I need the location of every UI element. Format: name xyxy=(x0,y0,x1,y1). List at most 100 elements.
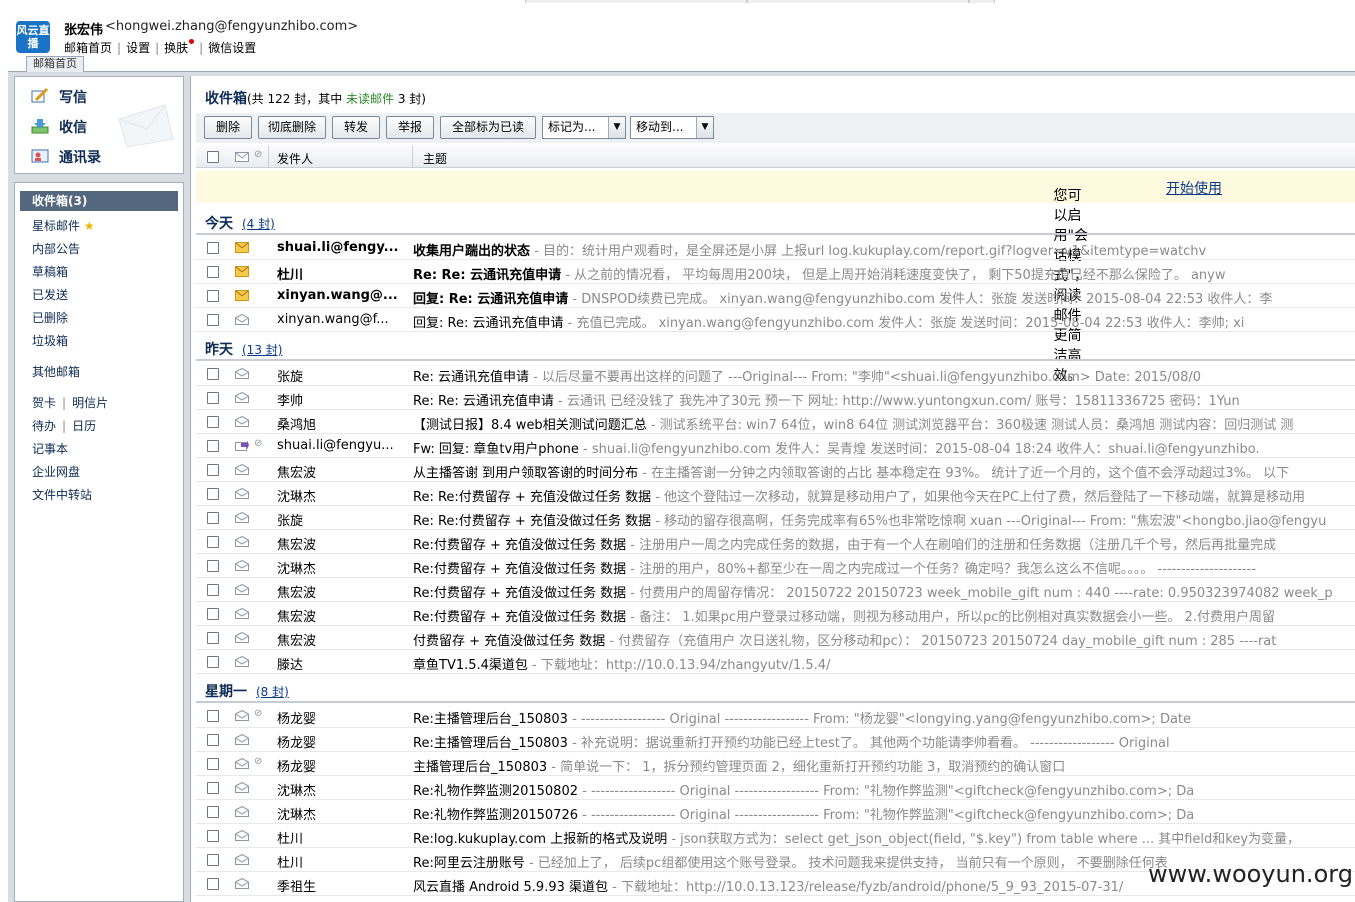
email-row[interactable]: ⊘ 杨龙婴 主播管理后台_150803 - 简单说一下： 1，拆分预约管理页面 2，… xyxy=(196,752,1355,776)
column-subject[interactable]: 主题 xyxy=(423,150,447,167)
row-checkbox[interactable] xyxy=(207,734,219,746)
email-row[interactable]: ⊘ 杨龙婴 Re:主播管理后台_150803 - -----------------… xyxy=(196,704,1355,728)
top-links: 邮箱首页 | 设置 | 换肤 | 微信设置 xyxy=(64,39,257,55)
delete-permanently-button[interactable]: 彻底删除 xyxy=(258,116,326,139)
email-row[interactable]: ⊘ shuai.li@fengyu... Fw: 回复: 章鱼tv用户phone -… xyxy=(196,434,1355,458)
row-checkbox[interactable] xyxy=(207,710,219,722)
sidebar-item-inbox[interactable]: 收件箱(3) xyxy=(20,191,178,211)
enable-conversation-link[interactable]: 开始使用 xyxy=(1166,181,1222,197)
row-checkbox[interactable] xyxy=(207,464,219,476)
sidebar-item-drafts[interactable]: 草稿箱 xyxy=(32,263,68,280)
email-row[interactable]: 焦宏波 Re:付费留存 + 充值没做过任务 数据 - 备注： 1.如果pc用户登录… xyxy=(196,602,1355,626)
email-row[interactable]: 沈琳杰 Re:礼物作弊监测20150802 - -----------------… xyxy=(196,776,1355,800)
email-row[interactable]: 焦宏波 付费留存 + 充值没做过任务 数据 - 付费留存（充值用户 次日送礼物，区… xyxy=(196,626,1355,650)
email-from: 沈琳杰 xyxy=(277,562,317,577)
compose-button[interactable]: 写信 xyxy=(31,87,87,107)
sidebar-item-deleted[interactable]: 已删除 xyxy=(32,309,68,326)
row-checkbox[interactable] xyxy=(207,656,219,668)
email-row[interactable]: shuai.li@fengy... 收集用户踹出的状态 - 目的：统计用户观看时，… xyxy=(196,236,1355,260)
tool-file-transfer[interactable]: 文件中转站 xyxy=(32,486,92,503)
mark-as-select[interactable]: 标记为... ▼ xyxy=(542,116,626,139)
mark-all-read-button[interactable]: 全部标为已读 xyxy=(440,116,536,139)
forward-button[interactable]: 转发 xyxy=(332,116,380,139)
tool-calendar[interactable]: 日历 xyxy=(72,419,96,433)
row-checkbox[interactable] xyxy=(207,878,219,890)
group-count-link[interactable]: (8 封) xyxy=(256,685,289,699)
unread-link[interactable]: 未读邮件 xyxy=(346,92,394,106)
row-checkbox[interactable] xyxy=(207,632,219,644)
group-count-link[interactable]: (4 封) xyxy=(242,217,275,231)
email-row[interactable]: 杜川 Re: Re: 云通讯充值申请 - 从之前的情况看， 平均每周用200块， … xyxy=(196,260,1355,284)
top-bar: 风云直播 张宏伟 <hongwei.zhang@fengyunzhibo.com… xyxy=(0,0,1355,60)
email-row[interactable]: 焦宏波 从主播答谢 到用户领取答谢的时间分布 - 在主播答谢一分钟之内领取答谢的占… xyxy=(196,458,1355,482)
delete-button[interactable]: 删除 xyxy=(204,116,252,139)
inbox-title-text: 收件箱 xyxy=(205,91,247,107)
sidebar-item-other-mailboxes[interactable]: 其他邮箱 xyxy=(32,363,80,380)
link-wechat-settings[interactable]: 微信设置 xyxy=(208,41,256,55)
row-checkbox[interactable] xyxy=(207,290,219,302)
sidebar-item-spam[interactable]: 垃圾箱 xyxy=(32,332,68,349)
email-row[interactable]: 李帅 Re: Re: 云通讯充值申请 - 云通讯 已经没钱了 我先冲了30元 预一… xyxy=(196,386,1355,410)
email-row[interactable]: 张旋 Re: 云通讯充值申请 - 以后尽量不要再出这样的问题了 ---Origin… xyxy=(196,362,1355,386)
email-from: 张旋 xyxy=(277,514,304,529)
column-from[interactable]: 发件人 xyxy=(277,150,313,167)
tool-postcard[interactable]: 明信片 xyxy=(72,396,108,410)
report-button[interactable]: 举报 xyxy=(386,116,434,139)
tool-todo[interactable]: 待办 xyxy=(32,419,56,433)
row-checkbox[interactable] xyxy=(207,854,219,866)
row-checkbox[interactable] xyxy=(207,830,219,842)
row-checkbox[interactable] xyxy=(207,416,219,428)
email-row[interactable]: 杨龙婴 Re:主播管理后台_150803 - 补充说明：据说重新打开预约功能已经上… xyxy=(196,728,1355,752)
email-subject-cell: 付费留存 + 充值没做过任务 数据 - 付费留存（充值用户 次日送礼物，区分移动… xyxy=(413,630,1353,649)
row-checkbox[interactable] xyxy=(207,266,219,278)
new-dot-icon xyxy=(189,39,195,44)
email-row[interactable]: 沈琳杰 Re:付费留存 + 充值没做过任务 数据 - 注册的用户，80%+都至少在… xyxy=(196,554,1355,578)
row-checkbox[interactable] xyxy=(207,392,219,404)
email-row[interactable]: 滕达 章鱼TV1.5.4渠道包 - 下载地址：http://10.0.13.94/… xyxy=(196,650,1355,674)
row-checkbox[interactable] xyxy=(207,608,219,620)
row-checkbox[interactable] xyxy=(207,242,219,254)
row-checkbox[interactable] xyxy=(207,758,219,770)
email-row[interactable]: 杜川 Re:log.kukuplay.com 上报新的格式及说明 - json获取… xyxy=(196,824,1355,848)
row-checkbox[interactable] xyxy=(207,782,219,794)
email-row[interactable]: xinyan.wang@f... 回复: Re: 云通讯充值申请 - 充值已完成。… xyxy=(196,308,1355,332)
email-row[interactable]: 桑鸿旭 【测试日报】8.4 web相关测试问题汇总 - 测试系统平台: win7 … xyxy=(196,410,1355,434)
row-checkbox[interactable] xyxy=(207,806,219,818)
email-subject-cell: Re:付费留存 + 充值没做过任务 数据 - 付费用户的周留存情况： 20150… xyxy=(413,582,1353,601)
tool-notepad[interactable]: 记事本 xyxy=(32,440,68,457)
receive-button[interactable]: 收信 xyxy=(31,117,87,137)
row-checkbox[interactable] xyxy=(207,560,219,572)
sidebar-item-announcements[interactable]: 内部公告 xyxy=(32,240,80,257)
read-mail-icon xyxy=(235,392,249,403)
group-count-link[interactable]: (13 封) xyxy=(242,343,282,357)
email-row[interactable]: xinyan.wang@... 回复: Re: 云通讯充值申请 - DNSPOD续… xyxy=(196,284,1355,308)
sidebar-item-sent[interactable]: 已发送 xyxy=(32,286,68,303)
contacts-button[interactable]: 通讯录 xyxy=(31,147,101,167)
sidebar-item-starred[interactable]: 星标邮件 ★ xyxy=(32,217,95,234)
tab-mail-home[interactable]: 邮箱首页 xyxy=(26,56,84,72)
email-subject-cell: Re:主播管理后台_150803 - 补充说明：据说重新打开预约功能已经上tes… xyxy=(413,732,1353,751)
brand-logo[interactable]: 风云直播 xyxy=(16,21,50,53)
email-row[interactable]: 沈琳杰 Re: Re:付费留存 + 充值没做过任务 数据 - 他这个登陆过一次移动… xyxy=(196,482,1355,506)
row-checkbox[interactable] xyxy=(207,584,219,596)
row-checkbox[interactable] xyxy=(207,440,219,452)
row-checkbox[interactable] xyxy=(207,512,219,524)
read-mail-icon xyxy=(235,656,249,667)
tool-greeting-card[interactable]: 贺卡 xyxy=(32,396,56,410)
email-from: 杜川 xyxy=(277,268,304,283)
move-to-select[interactable]: 移动到... ▼ xyxy=(630,116,714,139)
select-all-checkbox[interactable] xyxy=(207,151,219,163)
row-checkbox[interactable] xyxy=(207,488,219,500)
email-row[interactable]: 沈琳杰 Re:礼物作弊监测20150726 - -----------------… xyxy=(196,800,1355,824)
row-checkbox[interactable] xyxy=(207,368,219,380)
link-mail-home[interactable]: 邮箱首页 xyxy=(64,41,112,55)
chevron-down-icon: ▼ xyxy=(608,117,625,138)
email-row[interactable]: 焦宏波 Re:付费留存 + 充值没做过任务 数据 - 付费用户的周留存情况： 20… xyxy=(196,578,1355,602)
link-skin[interactable]: 换肤 xyxy=(164,41,188,55)
email-row[interactable]: 张旋 Re: Re:付费留存 + 充值没做过任务 数据 - 移动的留存很高啊，任务… xyxy=(196,506,1355,530)
tool-netdisk[interactable]: 企业网盘 xyxy=(32,463,80,480)
row-checkbox[interactable] xyxy=(207,536,219,548)
row-checkbox[interactable] xyxy=(207,314,219,326)
email-row[interactable]: 焦宏波 Re:付费留存 + 充值没做过任务 数据 - 注册用户一周之内完成任务的数… xyxy=(196,530,1355,554)
link-settings[interactable]: 设置 xyxy=(126,41,150,55)
